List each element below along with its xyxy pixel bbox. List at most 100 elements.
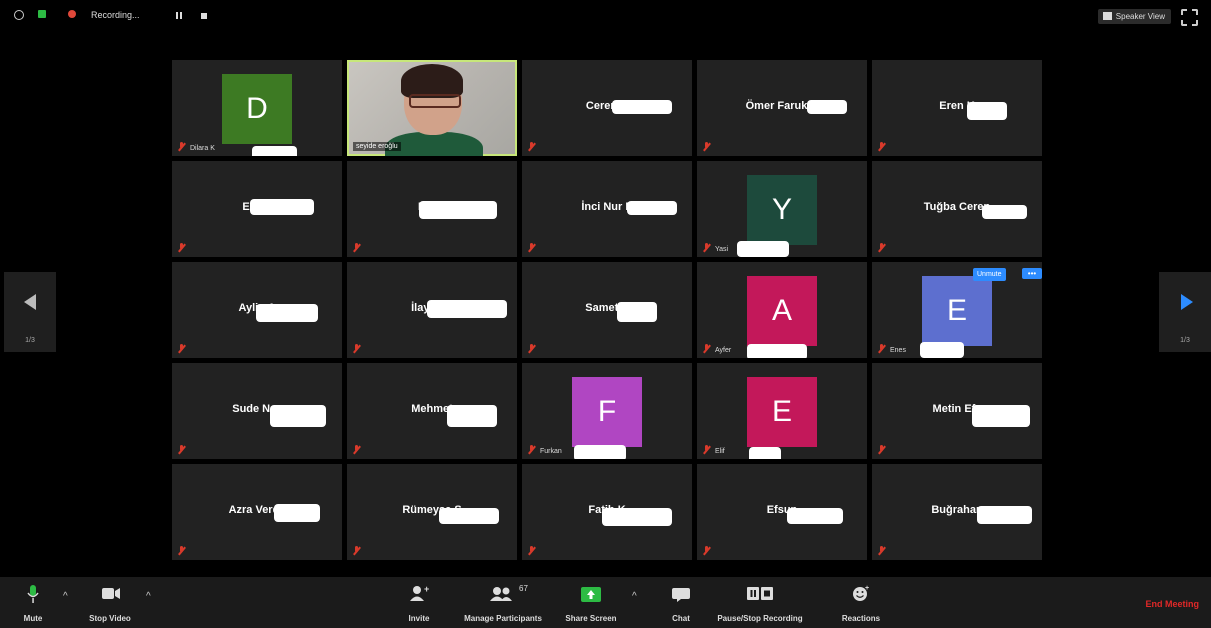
muted-microphone-icon <box>178 142 185 151</box>
participant-tile[interactable]: Sude Naz <box>172 363 342 459</box>
next-page-button[interactable]: 1/3 <box>1159 272 1211 352</box>
top-bar: Recording... Speaker View <box>0 0 1211 34</box>
chat-icon <box>672 588 690 602</box>
participant-tile[interactable]: E Elif <box>697 363 867 459</box>
redaction-mark <box>574 445 626 459</box>
manage-participants-label: Manage Participants <box>464 614 542 623</box>
participant-tile[interactable]: İlayda A <box>347 262 517 358</box>
participant-tile[interactable]: F Furkan <box>522 363 692 459</box>
redaction-mark <box>787 508 843 524</box>
muted-microphone-icon <box>703 142 710 151</box>
mute-button[interactable]: Mute <box>18 584 48 623</box>
participant-tile[interactable]: Samet E <box>522 262 692 358</box>
participant-tile[interactable]: Esma <box>172 161 342 257</box>
participant-tile[interactable]: seyide eroğlu <box>347 60 517 156</box>
participant-tile[interactable]: Buğrahan <box>872 464 1042 560</box>
participant-name: Yasi <box>715 246 729 253</box>
reactions-button[interactable]: + Reactions <box>842 584 880 623</box>
participant-tile[interactable]: Aylin A <box>172 262 342 358</box>
participant-tile[interactable]: Fatih K <box>522 464 692 560</box>
share-options-chevron-icon[interactable]: ^ <box>632 591 637 602</box>
participant-tile[interactable]: E Enes <box>872 262 1042 358</box>
muted-microphone-icon <box>703 445 710 454</box>
participant-tile[interactable]: Ceren K <box>522 60 692 156</box>
participant-avatar: E <box>747 377 817 447</box>
redaction-mark <box>972 405 1030 427</box>
participant-tile[interactable]: A Ayfer <box>697 262 867 358</box>
speaker-view-label: Speaker View <box>1115 12 1165 21</box>
redaction-mark <box>419 201 497 219</box>
microphone-icon <box>27 585 39 603</box>
redaction-mark <box>982 205 1027 219</box>
redaction-mark <box>439 508 499 524</box>
muted-microphone-icon <box>703 243 710 252</box>
participant-avatar: A <box>747 276 817 346</box>
page-indicator-right: 1/3 <box>1180 337 1190 344</box>
add-person-icon: + <box>410 584 429 601</box>
participant-name: Dilara K <box>190 145 215 152</box>
muted-microphone-icon <box>178 243 185 252</box>
participant-video: seyide eroğlu <box>347 60 517 156</box>
manage-participants-button[interactable]: 67 Manage Participants <box>464 584 542 623</box>
grid-icon <box>1102 12 1112 20</box>
participant-count: 67 <box>519 584 528 593</box>
share-screen-button[interactable]: Share Screen <box>565 584 617 623</box>
participant-tile[interactable]: Rümeysa S <box>347 464 517 560</box>
participant-tile[interactable]: Eren K <box>872 60 1042 156</box>
end-meeting-button[interactable]: End Meeting <box>1146 599 1200 609</box>
stop-video-button[interactable]: Stop Video <box>88 584 132 623</box>
mute-label: Mute <box>23 614 43 623</box>
redaction-mark <box>737 241 789 257</box>
video-options-chevron-icon[interactable]: ^ <box>146 591 151 602</box>
svg-text:+: + <box>865 585 869 592</box>
participant-tile[interactable]: Metin Efe <box>872 363 1042 459</box>
participant-tile[interactable]: Efsun <box>697 464 867 560</box>
audio-options-chevron-icon[interactable]: ^ <box>63 591 68 602</box>
unmute-button[interactable]: Unmute <box>973 268 1006 281</box>
participant-avatar: Y <box>747 175 817 245</box>
fullscreen-icon[interactable] <box>1181 9 1198 26</box>
muted-microphone-icon <box>878 546 885 555</box>
participant-name: seyide eroğlu <box>353 142 401 151</box>
share-screen-label: Share Screen <box>565 614 617 623</box>
participant-tile[interactable]: D Dilara K <box>172 60 342 156</box>
participant-avatar: D <box>222 74 292 144</box>
participant-tile[interactable]: Azra Verda <box>172 464 342 560</box>
participant-tile[interactable]: Tuğba Ceren <box>872 161 1042 257</box>
info-icon[interactable] <box>14 10 24 22</box>
recording-icon <box>68 10 76 20</box>
participant-tile[interactable]: Ömer Faruk D <box>697 60 867 156</box>
redaction-mark <box>427 300 507 318</box>
redaction-mark <box>967 102 1007 120</box>
invite-button[interactable]: + Invite <box>402 584 436 623</box>
muted-microphone-icon <box>353 243 360 252</box>
share-screen-icon <box>581 587 601 602</box>
participant-tile[interactable]: Mehmet <box>347 363 517 459</box>
redaction-mark <box>274 504 320 522</box>
participant-tile[interactable]: Y Yasi <box>697 161 867 257</box>
muted-microphone-icon <box>178 344 185 353</box>
reactions-label: Reactions <box>841 614 881 623</box>
participants-icon <box>490 587 512 601</box>
participant-tile[interactable]: İnci Nur E <box>522 161 692 257</box>
muted-microphone-icon <box>878 344 885 353</box>
redaction-mark <box>977 506 1032 524</box>
chat-button[interactable]: Chat <box>668 584 694 623</box>
participant-tile[interactable]: Efe C <box>347 161 517 257</box>
video-camera-icon <box>102 588 120 599</box>
more-options-button[interactable]: ••• <box>1022 268 1042 279</box>
pause-stop-recording-button[interactable]: Pause/Stop Recording <box>717 584 803 623</box>
pause-recording-icon[interactable] <box>176 11 182 21</box>
svg-text:+: + <box>424 584 429 594</box>
participant-name: Ayfer <box>715 347 732 354</box>
redaction-mark <box>612 100 672 114</box>
previous-page-button[interactable]: 1/3 <box>4 272 56 352</box>
speaker-view-button[interactable]: Speaker View <box>1097 9 1171 24</box>
lock-icon[interactable] <box>38 10 46 20</box>
smiley-plus-icon: + <box>853 585 869 601</box>
stop-recording-icon[interactable] <box>201 11 207 21</box>
participant-name: Samet E <box>585 302 629 314</box>
participant-name: Eren K <box>939 100 975 112</box>
redaction-mark <box>602 508 672 526</box>
muted-microphone-icon <box>353 344 360 353</box>
